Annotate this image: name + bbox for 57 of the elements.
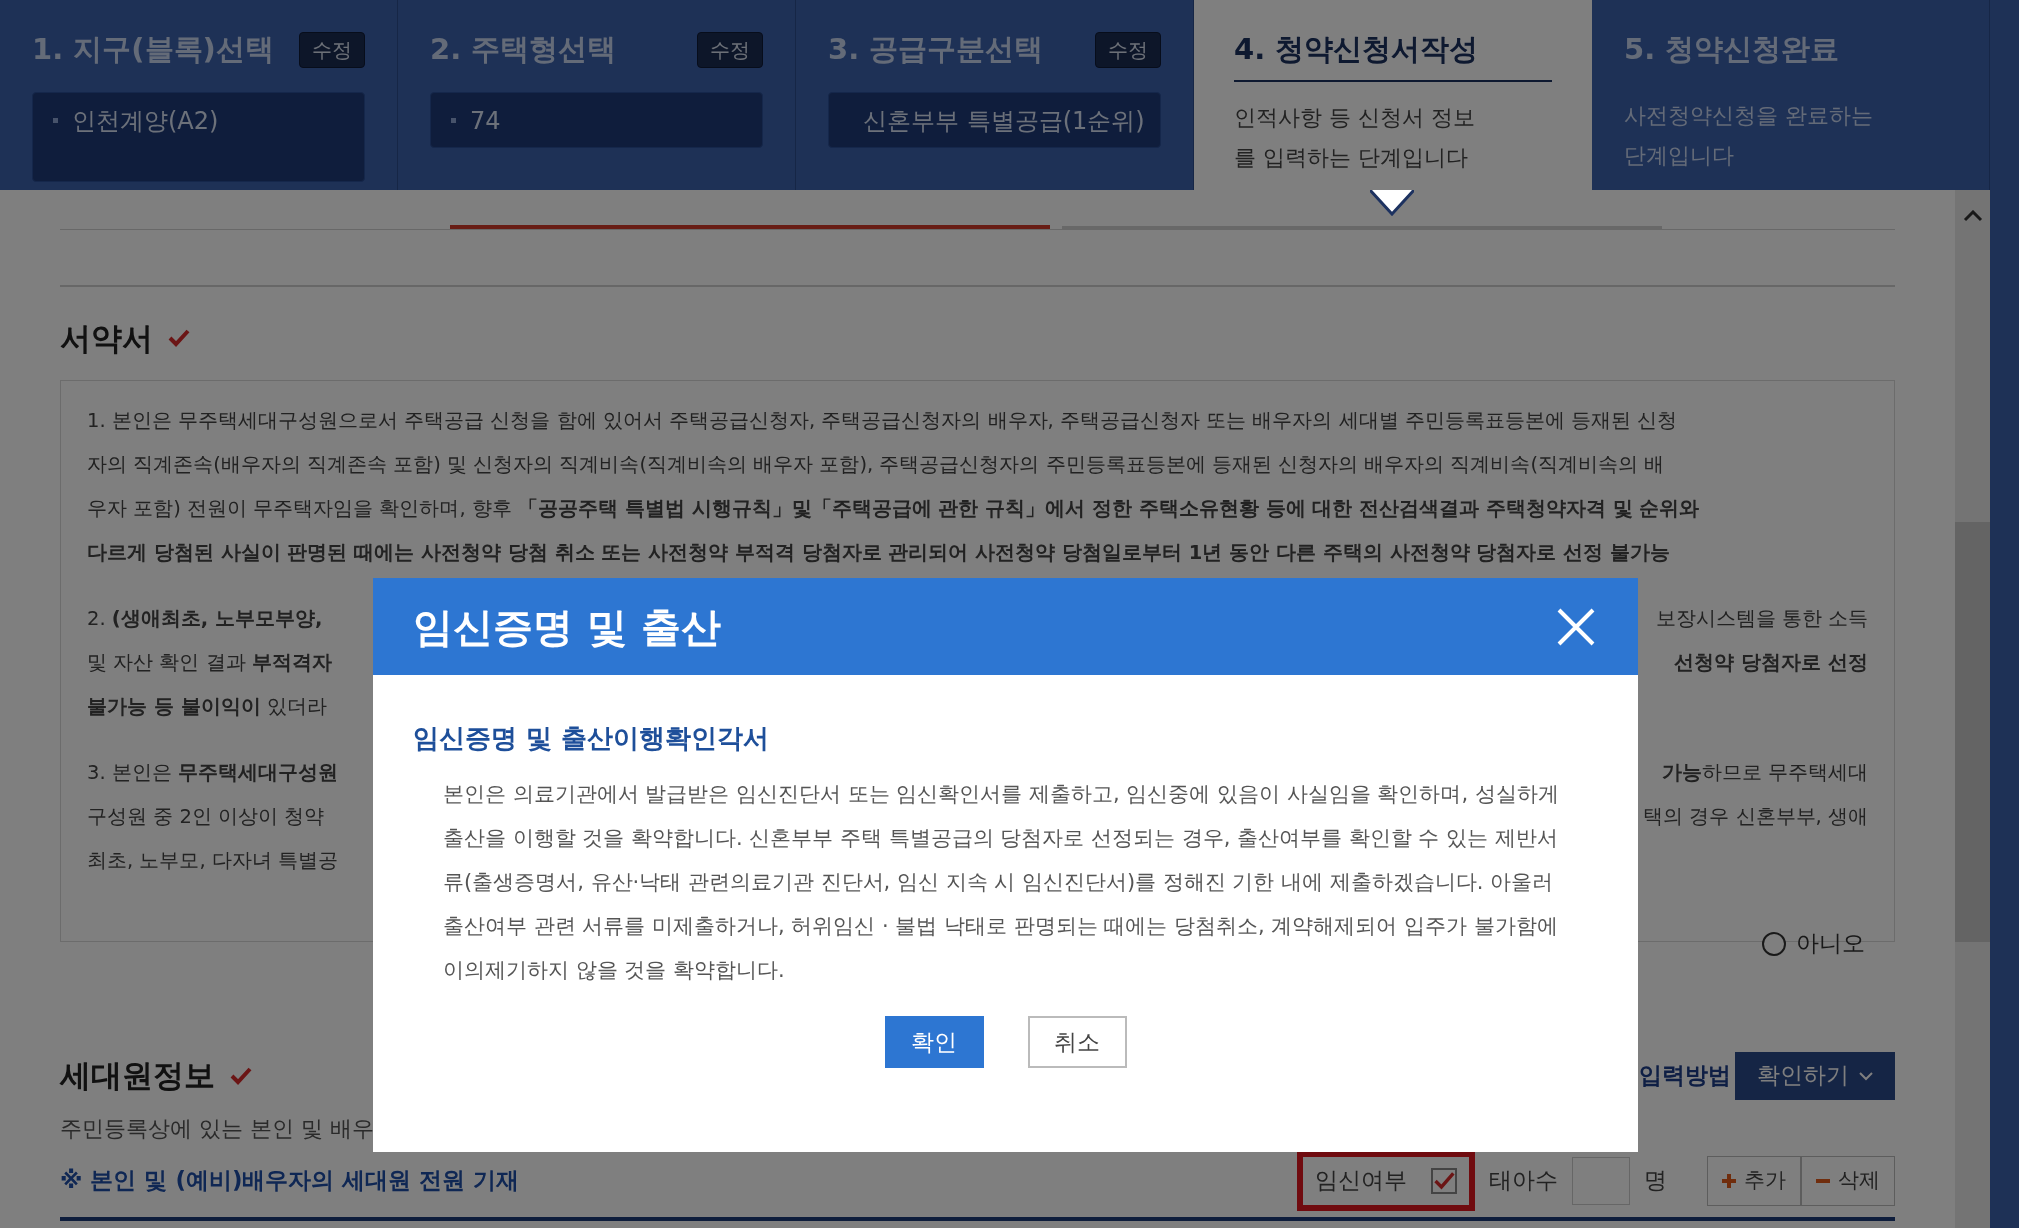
step-tab[interactable]: 4. 청약신청서작성 인적사항 등 신청서 정보를 입력하는 단계입니다: [1194, 0, 1592, 190]
radio-label: 아니오: [1796, 929, 1865, 959]
step-title: 4. 청약신청서작성: [1234, 31, 1479, 68]
modal-subtitle: 임신증명 및 출산이행확인각서: [413, 722, 771, 755]
notice-text: ※ 본인 및 (예비)배우자의 세대원 전원 기재: [60, 1166, 520, 1196]
pledge-text-line: 및 자산 확인 결과 부적격자: [87, 649, 332, 676]
input-method-link[interactable]: 입력방법: [1639, 1058, 1731, 1093]
pointer-arrow-icon: [1370, 190, 1414, 216]
pledge-text-line: 3. 본인은 무주택세대구성원: [87, 759, 338, 786]
confirm-dropdown-button[interactable]: 확인하기: [1735, 1051, 1895, 1100]
pledge-text-line: 우자 포함) 전원이 무주택자임을 확인하며, 향후 「공공주택 특별법 시행규칙」및「주택공급에 관한 규칙」에서 정한 주택소유현황 등에 대한 전산검색결과 주택청약자격 및 순위와: [87, 495, 1700, 522]
step-value: 인천계양(A2): [72, 105, 219, 137]
pledge-text-line: 불가능 등 불이익이 있더라: [87, 693, 327, 720]
step-value: 74: [470, 105, 501, 137]
modal-body-text: 본인은 의료기관에서 발급받은 임신진단서 또는 임신확인서를 제출하고, 임신중에 있음이 사실임을 확인하며, 성실하게 출산을 이행할 것을 확약합니다. 신혼부부 주택 특별공급의 당첨자로 선정되는 경우, 출산여부를 확인할 수 있는 제반서류(출생증명서, 유산·낙태 관련의료기관 진단서, 임신 지속 시 임신진단서)를 정해진 기한 내에 제출하겠습니다. 아울러 출산여부 관련 서류를 미제출하거나, 허위임신 · 불법 낙태로 판명되는 때에는 당첨취소, 계약해제되어 입주가 불가함에 이의제기하지 않을 것을 확약합니다.: [443, 781, 1560, 984]
pledge-text-line: 가능하므로 무주택세대: [1661, 759, 1868, 786]
radio-button[interactable]: [1762, 931, 1786, 956]
section-title: 서약서: [60, 319, 153, 358]
edit-button[interactable]: 수정: [1095, 31, 1161, 68]
pledge-text-line: 선청약 당첨자로 선정: [1674, 649, 1868, 676]
caret-icon: [1859, 1070, 1873, 1081]
pledge-text-line: 1. 본인은 무주택세대구성원으로서 주택공급 신청을 함에 있어서 주택공급신청자, 주택공급신청자의 배우자, 주택공급신청자 또는 배우자의 세대별 주민등록표등본에 등재된 신청: [87, 407, 1678, 434]
step-value: 신혼부부 특별공급(1순위): [863, 105, 1145, 137]
field-label: 태아수: [1489, 1166, 1558, 1196]
pledge-text-line: 구성원 중 2인 이상이 청약: [87, 803, 325, 830]
pledge-text-line: 최초, 노부모, 다자녀 특별공: [87, 847, 338, 874]
step-title: 2. 주택형선택: [430, 31, 617, 68]
pledge-text-line: 다르게 당첨된 사실이 판명된 때에는 사전청약 당첨 취소 또는 사전청약 부적격 당첨자로 관리되어 사전청약 당첨일로부터 1년 동안 다른 주택의 사전청약 당첨자로 선정 불가능: [87, 539, 1670, 566]
step-description: 인적사항 등 신청서 정보를 입력하는 단계입니다: [1234, 103, 1476, 172]
pledge-text-line: 보장시스템을 통한 소득: [1655, 605, 1868, 632]
section-title: 세대원정보: [60, 1056, 215, 1096]
step-title: 1. 지구(블록)선택: [32, 31, 274, 68]
modal-title: 임신증명 및 출산: [413, 602, 721, 652]
edit-button[interactable]: 수정: [299, 31, 365, 68]
minus-icon: [1816, 1178, 1830, 1183]
edit-button[interactable]: 수정: [697, 31, 763, 68]
confirm-button[interactable]: 확인: [884, 1016, 984, 1068]
checkbox-label: 임신여부: [1315, 1166, 1407, 1196]
bullet-icon: [451, 118, 456, 123]
pledge-text-line: 택의 경우 신혼부부, 생애: [1643, 803, 1868, 830]
unit-label: 명: [1644, 1166, 1667, 1196]
pledge-text-line: 2. (생애최초, 노부모부양,: [87, 605, 323, 632]
step-title: 5. 청약신청완료: [1624, 31, 1840, 68]
step-description: 사전청약신청을 완료하는 단계입니다: [1624, 101, 1874, 170]
pledge-text-line: 자의 직계존속(배우자의 직계존속 포함) 및 신청자의 직계비속(직계비속의 배우자 포함), 주택공급신청자의 주민등록표등본에 등재된 신청자의 배우자의 직계비속(직계비속의 배: [87, 451, 1665, 478]
add-button[interactable]: 추가: [1707, 1155, 1801, 1206]
close-icon: [1556, 606, 1596, 647]
scroll-up-icon: [1962, 210, 1983, 222]
fetus-count-field[interactable]: [1572, 1156, 1630, 1205]
plus-icon: [1722, 1173, 1736, 1188]
bullet-icon: [53, 118, 58, 123]
delete-button[interactable]: 삭제: [1801, 1155, 1895, 1206]
step-title: 3. 공급구분선택: [828, 31, 1044, 68]
pregnancy-checkbox[interactable]: [1431, 1167, 1457, 1194]
section-description: 주민등록상에 있는 본인 및 배우: [60, 1114, 375, 1143]
scrollbar[interactable]: [1955, 190, 1990, 1228]
cancel-button[interactable]: 취소: [1027, 1016, 1127, 1068]
